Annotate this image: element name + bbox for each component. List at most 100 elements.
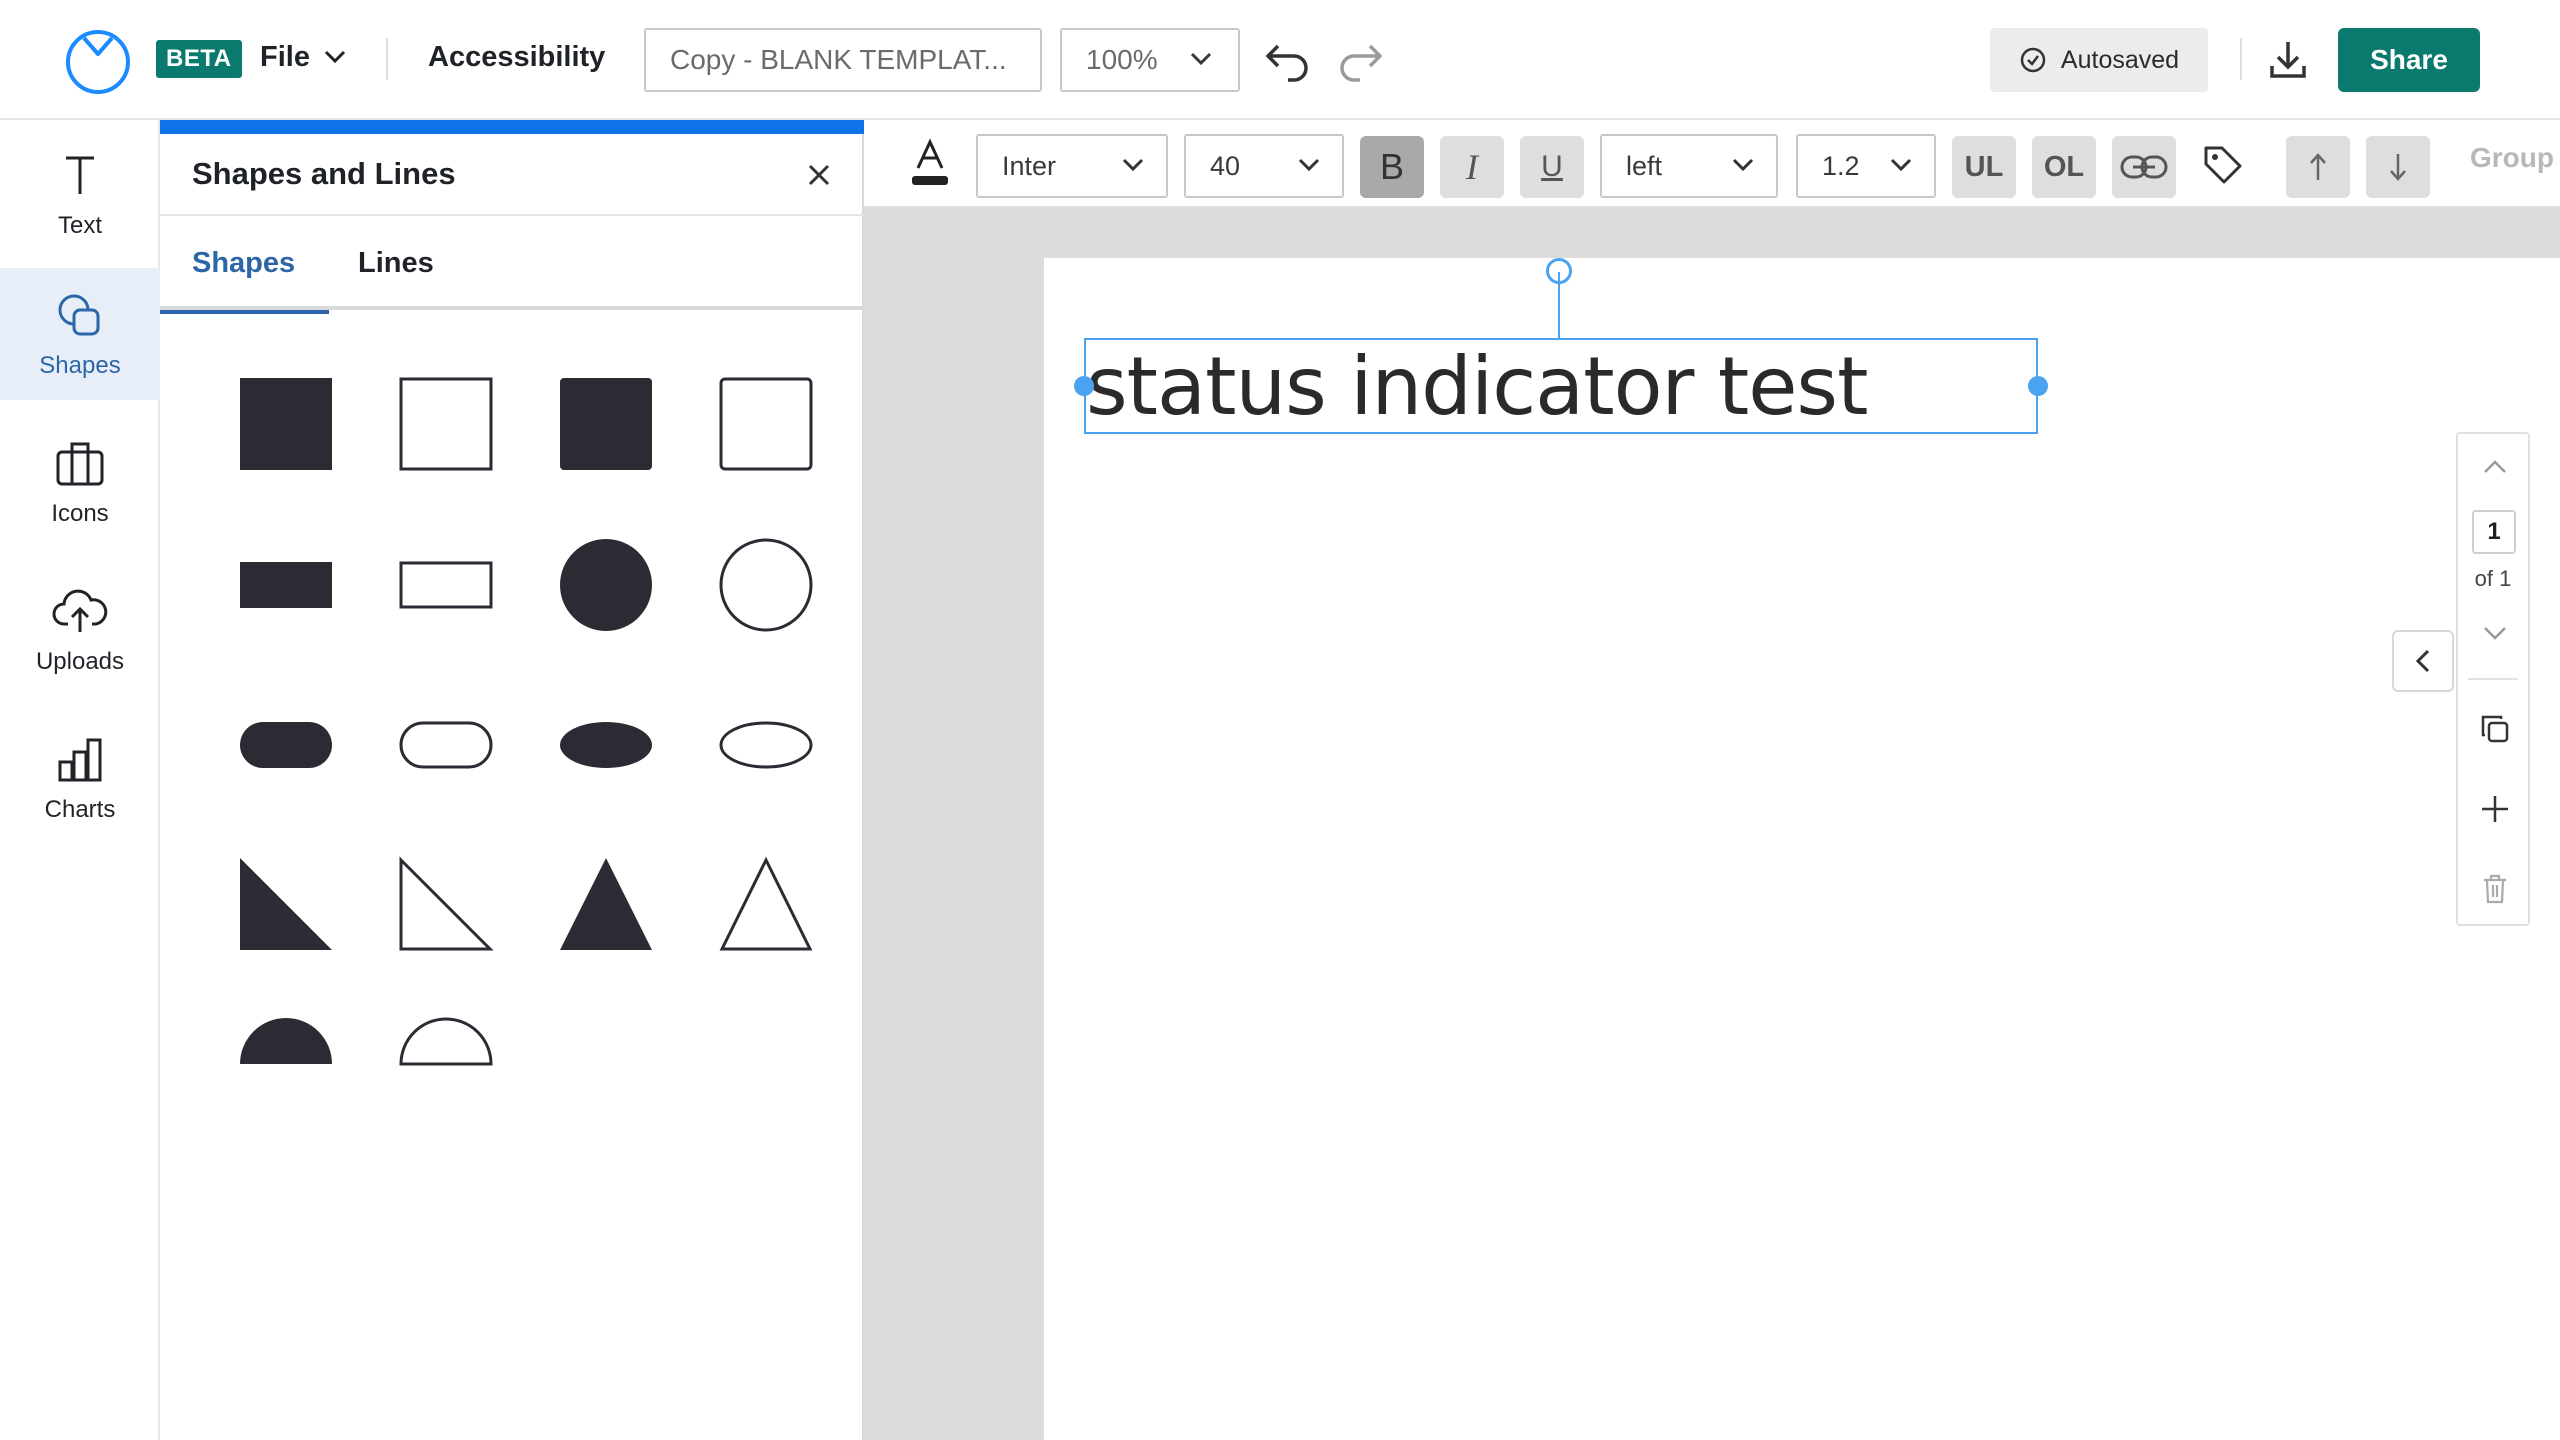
- page-navigator: 1 of 1: [2456, 432, 2530, 926]
- line-height-value: 1.2: [1822, 151, 1860, 181]
- italic-button[interactable]: I: [1440, 136, 1504, 198]
- rail-item-charts[interactable]: Charts: [0, 712, 160, 844]
- underline-button[interactable]: U: [1520, 136, 1584, 198]
- link-button[interactable]: [2112, 136, 2176, 198]
- download-icon[interactable]: [2264, 36, 2312, 84]
- text-color-icon[interactable]: [908, 138, 952, 195]
- chevron-down-icon: [1122, 158, 1144, 172]
- panel-header: Shapes and Lines: [160, 134, 864, 216]
- toolbar-divider: [386, 38, 388, 80]
- upload-cloud-icon: [52, 589, 108, 632]
- shape-outline-pill[interactable]: [366, 664, 526, 824]
- rail-item-label: Text: [57, 212, 102, 239]
- panel-accent-bar: [160, 120, 864, 134]
- canvas-area: status indicator test: [864, 208, 2560, 1440]
- top-bar: BETA File Accessibility Copy - BLANK TEM…: [0, 0, 2560, 120]
- rail-item-label: Icons: [51, 500, 109, 527]
- undo-icon[interactable]: [1264, 38, 1312, 82]
- chevron-down-icon: [1890, 158, 1912, 172]
- group-button[interactable]: Group: [2470, 142, 2554, 174]
- plus-icon: [2482, 796, 2508, 822]
- shape-filled-circle[interactable]: [526, 504, 686, 664]
- rotate-handle-line: [1558, 272, 1560, 338]
- rail-item-icons[interactable]: Icons: [0, 416, 160, 548]
- duplicate-page-button[interactable]: [2476, 710, 2514, 748]
- shape-outline-triangle[interactable]: [686, 824, 846, 984]
- accessibility-button[interactable]: Accessibility: [428, 28, 605, 86]
- shape-filled-semicircle[interactable]: [206, 984, 366, 1144]
- delete-page-button[interactable]: [2476, 870, 2514, 908]
- font-size-value: 40: [1210, 151, 1241, 181]
- file-menu-label: File: [260, 40, 310, 73]
- shape-outline-square[interactable]: [366, 344, 526, 504]
- font-family-value: Inter: [1002, 151, 1057, 181]
- rail-item-text[interactable]: Text: [0, 128, 160, 260]
- design-page[interactable]: status indicator test: [1044, 258, 2560, 1440]
- resize-handle-right[interactable]: [2028, 376, 2048, 396]
- text-align-select[interactable]: left: [1600, 134, 1778, 198]
- shapes-panel: Shapes and Lines Shapes Lines: [159, 120, 864, 1440]
- shape-outline-ellipse[interactable]: [686, 664, 846, 824]
- document-name-input[interactable]: Copy - BLANK TEMPLAT...: [644, 28, 1042, 92]
- canvas-text[interactable]: status indicator test: [1086, 342, 1868, 432]
- font-family-select[interactable]: Inter: [976, 134, 1168, 198]
- close-icon[interactable]: [802, 158, 836, 192]
- tag-icon[interactable]: [2200, 142, 2244, 191]
- rail-item-uploads[interactable]: Uploads: [0, 564, 160, 696]
- file-menu[interactable]: File: [260, 28, 346, 86]
- font-size-select[interactable]: 40: [1184, 134, 1344, 198]
- send-backward-button[interactable]: [2366, 136, 2430, 198]
- arrow-up-icon: [2310, 153, 2326, 180]
- chevron-down-icon: [324, 50, 346, 64]
- line-height-select[interactable]: 1.2: [1796, 134, 1936, 198]
- rail-item-label: Charts: [44, 796, 116, 823]
- copy-icon: [2481, 715, 2509, 743]
- selected-text-box[interactable]: status indicator test: [1074, 338, 2048, 434]
- shape-outline-circle[interactable]: [686, 504, 846, 664]
- rail-item-label: Shapes: [39, 352, 121, 379]
- page-count-label: of 1: [2474, 566, 2512, 591]
- shape-outline-right-triangle[interactable]: [366, 824, 526, 984]
- briefcase-icon: [56, 442, 104, 486]
- trash-icon: [2484, 874, 2506, 904]
- text-align-value: left: [1626, 151, 1663, 181]
- shape-filled-pill[interactable]: [206, 664, 366, 824]
- collapse-page-nav-button[interactable]: [2392, 630, 2454, 692]
- shape-filled-right-triangle[interactable]: [206, 824, 366, 984]
- shape-filled-square[interactable]: [206, 344, 366, 504]
- rail-item-shapes[interactable]: Shapes: [0, 268, 160, 400]
- shape-outline-rectangle[interactable]: [366, 504, 526, 664]
- bring-forward-button[interactable]: [2286, 136, 2350, 198]
- current-page-input[interactable]: 1: [2472, 510, 2516, 554]
- share-button[interactable]: Share: [2338, 28, 2480, 92]
- bar-chart-icon: [58, 738, 102, 782]
- text-icon: [66, 156, 94, 194]
- zoom-select[interactable]: 100%: [1060, 28, 1240, 92]
- beta-badge: BETA: [156, 40, 242, 78]
- redo-icon[interactable]: [1336, 38, 1384, 82]
- shape-filled-ellipse[interactable]: [526, 664, 686, 824]
- shape-filled-triangle[interactable]: [526, 824, 686, 984]
- left-tool-rail: Text Shapes Icons Uploads Charts: [0, 120, 160, 1440]
- panel-title: Shapes and Lines: [192, 156, 456, 191]
- arrow-down-icon: [2390, 154, 2406, 181]
- add-page-button[interactable]: [2476, 790, 2514, 828]
- previous-page-button[interactable]: [2476, 448, 2514, 486]
- shape-filled-rounded-square[interactable]: [526, 344, 686, 504]
- app-logo-icon[interactable]: [62, 24, 134, 96]
- chevron-up-icon: [2484, 460, 2506, 473]
- tab-lines[interactable]: Lines: [358, 216, 434, 310]
- tab-shapes[interactable]: Shapes: [159, 216, 330, 314]
- bold-button[interactable]: B: [1360, 136, 1424, 198]
- chevron-down-icon: [2484, 627, 2506, 640]
- unordered-list-button[interactable]: UL: [1952, 136, 2016, 198]
- chevron-left-icon: [2415, 649, 2430, 673]
- chevron-down-icon: [1298, 158, 1320, 172]
- resize-handle-left[interactable]: [1074, 376, 1094, 396]
- shape-outline-rounded-square[interactable]: [686, 344, 846, 504]
- shape-outline-semicircle[interactable]: [366, 984, 526, 1144]
- ordered-list-button[interactable]: OL: [2032, 136, 2096, 198]
- shape-filled-rectangle[interactable]: [206, 504, 366, 664]
- next-page-button[interactable]: [2476, 614, 2514, 652]
- check-circle-icon: [2020, 47, 2046, 73]
